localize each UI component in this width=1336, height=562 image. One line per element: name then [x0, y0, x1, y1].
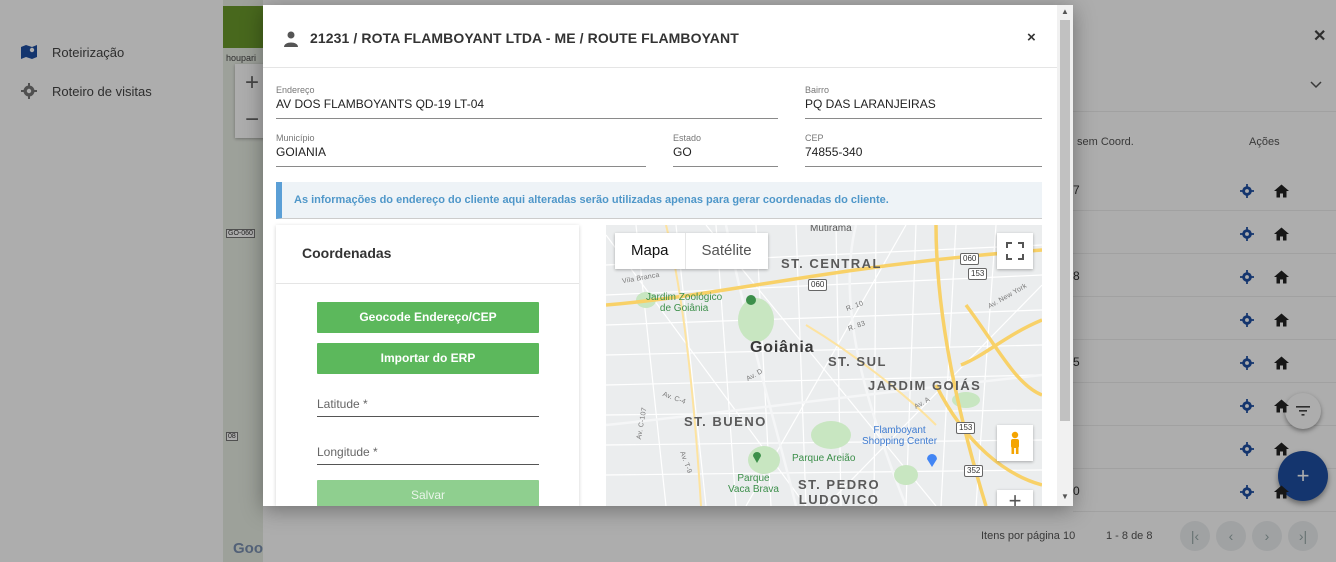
- map-type-satellite[interactable]: Satélite: [684, 233, 768, 269]
- zoo-pin-icon: [746, 295, 756, 305]
- map-label-goiania: Goiânia: [750, 339, 815, 356]
- longitude-field[interactable]: [317, 439, 539, 465]
- municipio-label: Município: [276, 133, 315, 143]
- modal-scrollbar[interactable]: ▲ ▼: [1057, 5, 1073, 506]
- bairro-value[interactable]: PQ DAS LARANJEIRAS: [805, 97, 936, 111]
- bairro-field[interactable]: Bairro PQ DAS LARANJEIRAS: [805, 85, 1042, 119]
- latitude-input[interactable]: [317, 391, 539, 416]
- scroll-up-icon[interactable]: ▲: [1061, 7, 1069, 16]
- info-alert: As informações do endereço do cliente aq…: [276, 182, 1042, 219]
- import-erp-button[interactable]: Importar do ERP: [317, 343, 539, 374]
- map-label-mutirama: Mutirama: [810, 225, 852, 234]
- road-shield: 153: [956, 422, 976, 434]
- map-label-st-bueno: ST. BUENO: [684, 414, 767, 429]
- park-pin-icon: [753, 452, 761, 463]
- road-shield: 060: [808, 279, 828, 291]
- map-type-map[interactable]: Mapa: [615, 233, 685, 269]
- cep-label: CEP: [805, 133, 824, 143]
- save-button[interactable]: Salvar: [317, 480, 539, 506]
- map-label-parque-areiao: Parque Areião: [792, 453, 856, 464]
- street-view-button[interactable]: [997, 425, 1033, 461]
- modal-title: 21231 / ROTA FLAMBOYANT LTDA - ME / ROUT…: [310, 30, 739, 46]
- bairro-label: Bairro: [805, 85, 830, 95]
- modal-header: 21231 / ROTA FLAMBOYANT LTDA - ME / ROUT…: [263, 5, 1057, 68]
- estado-field[interactable]: Estado GO: [673, 133, 778, 167]
- scrollbar-thumb[interactable]: [1060, 20, 1070, 421]
- map-label-jardim-goias: JARDIM GOIÁS: [868, 378, 982, 393]
- endereco-value[interactable]: AV DOS FLAMBOYANTS QD-19 LT-04: [276, 97, 484, 111]
- municipio-field[interactable]: Município GOIANIA: [276, 133, 646, 167]
- address-modal: 21231 / ROTA FLAMBOYANT LTDA - ME / ROUT…: [263, 5, 1073, 506]
- endereco-label: Endereço: [276, 85, 315, 95]
- shopping-pin-icon: [927, 454, 937, 467]
- endereco-field[interactable]: Endereço AV DOS FLAMBOYANTS QD-19 LT-04: [276, 85, 778, 119]
- coordinates-title: Coordenadas: [302, 245, 392, 261]
- scroll-down-icon[interactable]: ▼: [1061, 492, 1069, 501]
- coordinates-card: Coordenadas Geocode Endereço/CEP Importa…: [276, 225, 579, 506]
- estado-value[interactable]: GO: [673, 145, 692, 159]
- fullscreen-button[interactable]: [997, 233, 1033, 269]
- longitude-input[interactable]: [317, 439, 539, 464]
- google-map[interactable]: Mapa Satélite + Mutirama ST. CENTRAL Jar…: [606, 225, 1042, 506]
- map-zoom-in-button[interactable]: +: [997, 488, 1033, 506]
- info-text: As informações do endereço do cliente aq…: [294, 194, 889, 206]
- estado-label: Estado: [673, 133, 702, 143]
- pegman-icon: [1011, 431, 1019, 454]
- latitude-field[interactable]: [317, 391, 539, 417]
- map-label-st-sul: ST. SUL: [828, 354, 887, 369]
- road-shield: 352: [964, 465, 984, 477]
- fullscreen-icon: [1006, 242, 1024, 260]
- plus-icon: +: [1008, 488, 1022, 506]
- map-type-control[interactable]: Mapa Satélite: [615, 233, 768, 269]
- cep-field[interactable]: CEP 74855-340: [805, 133, 1042, 167]
- geocode-button[interactable]: Geocode Endereço/CEP: [317, 302, 539, 333]
- map-label-flamboyant: Flamboyant Shopping Center: [862, 425, 938, 447]
- close-button[interactable]: ×: [1027, 29, 1036, 46]
- cep-value[interactable]: 74855-340: [805, 145, 862, 159]
- road-shield: 060: [960, 253, 980, 265]
- user-icon: [284, 31, 298, 52]
- map-label-st-central: ST. CENTRAL: [781, 256, 882, 271]
- map-label-st-pedro-ludovico: ST. PEDRO LUDOVICO: [798, 477, 881, 506]
- road-shield: 153: [968, 268, 988, 280]
- map-label-jardim-zoologico: Jardim Zoológico de Goiânia: [646, 292, 723, 314]
- map-label-parque-vaca-brava: Parque Vaca Brava: [728, 473, 779, 495]
- municipio-value[interactable]: GOIANIA: [276, 145, 326, 159]
